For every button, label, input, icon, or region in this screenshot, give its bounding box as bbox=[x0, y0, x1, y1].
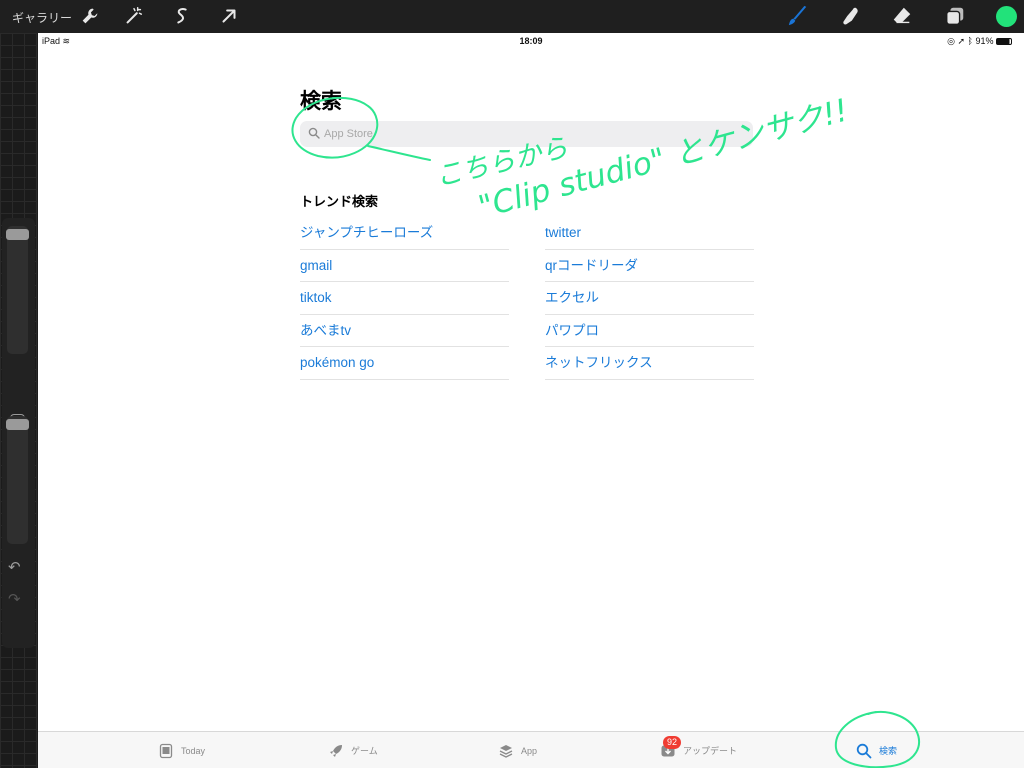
tab-games[interactable]: ゲーム bbox=[328, 732, 378, 768]
trend-link[interactable]: ジャンプチヒーローズ bbox=[300, 217, 509, 250]
undo-icon[interactable]: ↶ bbox=[8, 558, 21, 576]
ios-status-bar: iPad ≋ 18:09 ◎ ➚ ᛒ 91% bbox=[38, 33, 1024, 49]
brush-icon[interactable] bbox=[786, 4, 810, 28]
tab-label: 検索 bbox=[879, 746, 898, 756]
transform-arrow-icon[interactable] bbox=[217, 4, 241, 28]
procreate-sidebar: ↶ ↷ bbox=[0, 33, 37, 768]
tab-label: アップデート bbox=[683, 746, 738, 756]
magic-wand-icon[interactable] bbox=[122, 4, 146, 28]
opacity-slider[interactable] bbox=[6, 416, 29, 544]
today-icon bbox=[159, 743, 173, 758]
procreate-window: ギャラリー ↶ ↷ iPad ≋ 18:09 ◎ ➚ ᛒ 91% 検索 App … bbox=[0, 0, 1024, 768]
brush-size-thumb[interactable] bbox=[6, 229, 29, 240]
trend-link[interactable]: twitter bbox=[545, 217, 754, 250]
trend-link[interactable]: エクセル bbox=[545, 282, 754, 315]
trend-list-left: ジャンプチヒーローズ gmail tiktok あべまtv pokémon go bbox=[300, 217, 509, 380]
bluetooth-icon: ᛒ bbox=[967, 36, 973, 46]
page-title: 検索 bbox=[300, 90, 342, 113]
trend-link[interactable]: ネットフリックス bbox=[545, 347, 754, 380]
update-count-badge: 92 bbox=[663, 736, 682, 749]
search-bar[interactable] bbox=[300, 121, 753, 147]
app-store-tab-bar: Today ゲーム App アップデート 92 検索 bbox=[38, 731, 1024, 768]
status-time: 18:09 bbox=[519, 36, 543, 46]
tab-label: ゲーム bbox=[351, 746, 378, 756]
trend-link[interactable]: gmail bbox=[300, 250, 509, 283]
battery-percent: 91% bbox=[975, 36, 994, 46]
procreate-toolbar: ギャラリー bbox=[0, 0, 1024, 33]
search-input[interactable] bbox=[324, 121, 744, 147]
sidebar-panel: ↶ ↷ bbox=[2, 218, 35, 648]
trend-link[interactable]: あべまtv bbox=[300, 315, 509, 348]
app-stack-icon bbox=[499, 744, 513, 758]
selection-icon[interactable] bbox=[170, 4, 194, 28]
trend-list-right: twitter qrコードリーダ エクセル パワプロ ネットフリックス bbox=[545, 217, 754, 380]
tab-search[interactable]: 検索 bbox=[856, 732, 897, 768]
smudge-icon[interactable] bbox=[838, 4, 862, 28]
status-right: ◎ ➚ ᛒ 91% bbox=[947, 36, 1012, 47]
orientation-lock-icon: ◎ bbox=[947, 36, 955, 46]
wrench-icon[interactable] bbox=[78, 4, 102, 28]
trend-link[interactable]: パワプロ bbox=[545, 315, 754, 348]
tab-label: App bbox=[521, 745, 538, 756]
tab-apps[interactable]: App bbox=[498, 732, 537, 768]
redo-icon[interactable]: ↷ bbox=[8, 590, 21, 608]
trend-link[interactable]: pokémon go bbox=[300, 347, 509, 380]
gallery-button[interactable]: ギャラリー bbox=[12, 9, 72, 26]
trend-link[interactable]: tiktok bbox=[300, 282, 509, 315]
search-icon bbox=[856, 743, 872, 758]
location-icon: ➚ bbox=[957, 36, 966, 46]
trend-link[interactable]: qrコードリーダ bbox=[545, 250, 754, 283]
rocket-icon bbox=[330, 744, 342, 757]
eraser-icon[interactable] bbox=[890, 4, 914, 28]
tab-label: Today bbox=[181, 745, 206, 756]
color-picker-swatch[interactable] bbox=[996, 6, 1017, 27]
brush-size-slider[interactable] bbox=[6, 226, 29, 354]
tab-today[interactable]: Today bbox=[158, 732, 205, 768]
layers-icon[interactable] bbox=[943, 4, 967, 28]
trend-title: トレンド検索 bbox=[300, 194, 379, 209]
opacity-thumb[interactable] bbox=[6, 419, 29, 430]
ipad-screen: iPad ≋ 18:09 ◎ ➚ ᛒ 91% 検索 トレンド検索 ジャンプチヒー… bbox=[38, 33, 1024, 768]
search-icon bbox=[308, 127, 320, 139]
battery-icon bbox=[996, 38, 1012, 45]
